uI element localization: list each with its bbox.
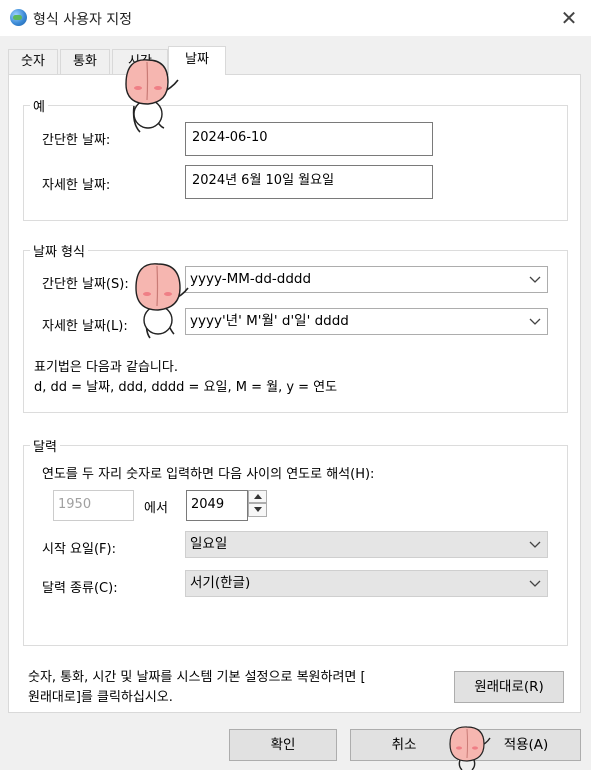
reset-description-line2: 원래대로]를 클릭하십시오.	[28, 690, 173, 705]
long-date-format-label: 자세한 날짜(L):	[42, 319, 128, 334]
tab-date[interactable]: 날짜	[168, 46, 226, 75]
between-text: 에서	[144, 501, 168, 516]
chevron-down-icon	[529, 276, 541, 283]
tab-currency[interactable]: 통화	[60, 49, 110, 74]
year-down-button[interactable]	[248, 503, 267, 517]
year-from-field: 1950	[53, 490, 134, 521]
window-title: 형식 사용자 지정	[33, 12, 133, 28]
globe-icon	[10, 9, 27, 26]
short-date-format-label: 간단한 날짜(S):	[42, 277, 129, 292]
chevron-down-icon	[529, 318, 541, 325]
calendar-type-label: 달력 종류(C):	[42, 581, 118, 596]
first-day-value: 일요일	[190, 536, 228, 552]
chevron-down-icon	[529, 580, 541, 587]
notation-title: 표기법은 다음과 같습니다.	[34, 360, 178, 375]
short-date-format-combo[interactable]: yyyy-MM-dd-dddd	[185, 266, 548, 293]
long-date-example-label: 자세한 날짜:	[42, 178, 111, 193]
calendar-type-combo[interactable]: 서기(한글)	[185, 570, 548, 597]
chevron-down-icon	[529, 541, 541, 548]
long-date-format-combo[interactable]: yyyy'년' M'월' d'일' dddd	[185, 308, 548, 335]
caret-down-icon	[253, 507, 262, 512]
peach-character-sticker	[135, 263, 189, 339]
calendar-type-value: 서기(한글)	[190, 575, 251, 591]
short-date-example-label: 간단한 날짜:	[42, 133, 111, 148]
cancel-button[interactable]: 취소	[350, 729, 458, 761]
reset-button[interactable]: 원래대로(R)	[454, 671, 564, 703]
example-group-title: 예	[30, 96, 48, 115]
two-digit-year-label: 연도를 두 자리 숫자로 입력하면 다음 사이의 연도로 해석(H):	[42, 467, 375, 482]
year-to-input[interactable]: 2049	[186, 490, 248, 521]
long-date-format-value: yyyy'년' M'월' d'일' dddd	[190, 313, 349, 329]
peach-character-sticker	[449, 726, 491, 770]
short-date-format-value: yyyy-MM-dd-dddd	[190, 271, 312, 287]
ok-button[interactable]: 확인	[229, 729, 337, 761]
date-format-group-title: 날짜 형식	[30, 241, 88, 260]
short-date-example-field: 2024-06-10	[185, 122, 433, 156]
first-day-label: 시작 요일(F):	[42, 542, 116, 557]
notation-legend: d, dd = 날짜, ddd, dddd = 요일, M = 월, y = 연…	[34, 380, 338, 395]
close-button[interactable]: ✕	[555, 4, 583, 32]
long-date-example-field: 2024년 6월 10일 월요일	[185, 165, 433, 199]
year-up-button[interactable]	[248, 490, 267, 503]
title-bar: 형식 사용자 지정 ✕	[0, 0, 591, 36]
first-day-combo[interactable]: 일요일	[185, 531, 548, 558]
reset-description-line1: 숫자, 통화, 시간 및 날짜를 시스템 기본 설정으로 복원하려면 [	[28, 670, 366, 685]
caret-up-icon	[253, 494, 262, 499]
date-tab-panel: 예 간단한 날짜: 2024-06-10 자세한 날짜: 2024년 6월 10…	[8, 74, 581, 713]
date-format-group: 날짜 형식 간단한 날짜(S): yyyy-MM-dd-dddd 자세한 날짜(…	[23, 241, 568, 413]
example-group: 예 간단한 날짜: 2024-06-10 자세한 날짜: 2024년 6월 10…	[23, 96, 568, 221]
calendar-group-title: 달력	[30, 436, 60, 455]
tab-number[interactable]: 숫자	[8, 49, 58, 74]
calendar-group: 달력 연도를 두 자리 숫자로 입력하면 다음 사이의 연도로 해석(H): 1…	[23, 436, 568, 646]
